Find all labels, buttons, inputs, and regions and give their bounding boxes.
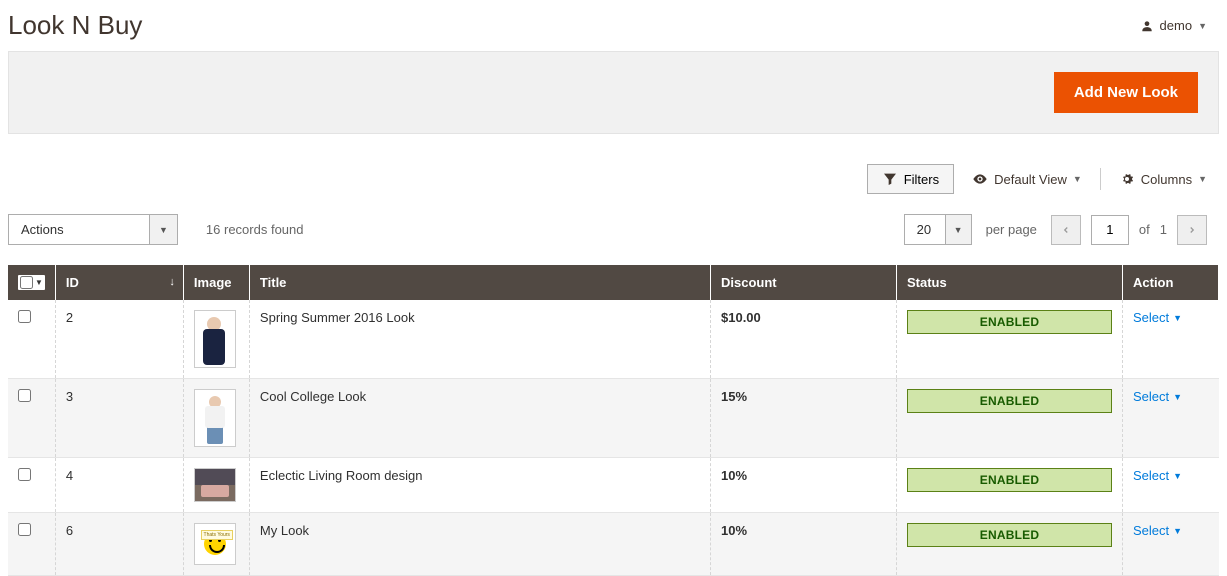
caret-down-icon: ▼: [149, 215, 177, 244]
page-of-label: of: [1139, 222, 1150, 237]
status-badge: ENABLED: [907, 468, 1112, 492]
select-label: Select: [1133, 523, 1169, 538]
page-input[interactable]: [1091, 215, 1129, 245]
cell-title: Eclectic Living Room design: [249, 458, 710, 513]
caret-down-icon: ▼: [35, 278, 43, 287]
caret-down-icon: ▼: [945, 215, 971, 244]
thumbnail[interactable]: Thats Yours: [194, 523, 236, 565]
col-id[interactable]: ID ↓: [55, 265, 183, 300]
cell-id: 3: [55, 379, 183, 458]
select-action[interactable]: Select ▼: [1133, 468, 1209, 483]
columns-dropdown[interactable]: Columns ▼: [1119, 171, 1207, 187]
user-icon: [1140, 19, 1154, 33]
next-page-button[interactable]: [1177, 215, 1207, 245]
data-grid: ▼ ID ↓ Image Title Discount Status Action…: [8, 265, 1219, 576]
actions-dropdown[interactable]: Actions ▼: [8, 214, 178, 245]
col-action[interactable]: Action: [1123, 265, 1219, 300]
caret-down-icon: ▼: [1198, 21, 1207, 31]
col-checkbox: ▼: [8, 265, 55, 300]
cell-id: 6: [55, 513, 183, 576]
caret-down-icon: ▼: [1173, 526, 1182, 536]
filters-label: Filters: [904, 172, 939, 187]
default-view-label: Default View: [994, 172, 1067, 187]
cell-discount: $10.00: [711, 300, 897, 379]
col-title[interactable]: Title: [249, 265, 710, 300]
row-checkbox[interactable]: [18, 310, 31, 323]
actions-label: Actions: [9, 215, 149, 244]
select-label: Select: [1133, 389, 1169, 404]
cell-id: 4: [55, 458, 183, 513]
table-row: 4 Eclectic Living Room design 10% ENABLE…: [8, 458, 1219, 513]
caret-down-icon: ▼: [1173, 392, 1182, 402]
table-row: 6 Thats Yours My Look 10% ENABLED Select…: [8, 513, 1219, 576]
row-checkbox[interactable]: [18, 523, 31, 536]
row-checkbox[interactable]: [18, 389, 31, 402]
select-label: Select: [1133, 468, 1169, 483]
status-badge: ENABLED: [907, 389, 1112, 413]
table-row: 2 Spring Summer 2016 Look $10.00 ENABLED…: [8, 300, 1219, 379]
page-total: 1: [1160, 222, 1167, 237]
master-checkbox-input[interactable]: [20, 276, 33, 289]
col-status[interactable]: Status: [897, 265, 1123, 300]
cell-discount: 15%: [711, 379, 897, 458]
funnel-icon: [882, 171, 898, 187]
status-badge: ENABLED: [907, 523, 1112, 547]
col-image[interactable]: Image: [183, 265, 249, 300]
table-row: 3 Cool College Look 15% ENABLED Select ▼: [8, 379, 1219, 458]
caret-down-icon: ▼: [1173, 471, 1182, 481]
cell-title: Cool College Look: [249, 379, 710, 458]
caret-down-icon: ▼: [1173, 313, 1182, 323]
caret-down-icon: ▼: [1198, 174, 1207, 184]
eye-icon: [972, 171, 988, 187]
gear-icon: [1119, 171, 1135, 187]
divider: [1100, 168, 1101, 190]
filters-button[interactable]: Filters: [867, 164, 954, 194]
row-checkbox[interactable]: [18, 468, 31, 481]
user-menu[interactable]: demo ▼: [1140, 18, 1207, 33]
select-action[interactable]: Select ▼: [1133, 523, 1209, 538]
cell-discount: 10%: [711, 513, 897, 576]
col-id-label: ID: [66, 275, 79, 290]
thumbnail[interactable]: [194, 468, 236, 502]
thumbnail[interactable]: [194, 389, 236, 447]
action-bar: Add New Look: [8, 51, 1219, 134]
thumbnail[interactable]: [194, 310, 236, 368]
select-action[interactable]: Select ▼: [1133, 310, 1209, 325]
page-title: Look N Buy: [8, 10, 142, 41]
cell-id: 2: [55, 300, 183, 379]
cell-title: Spring Summer 2016 Look: [249, 300, 710, 379]
add-new-look-button[interactable]: Add New Look: [1054, 72, 1198, 113]
sort-desc-icon: ↓: [169, 276, 175, 288]
prev-page-button[interactable]: [1051, 215, 1081, 245]
cell-title: My Look: [249, 513, 710, 576]
chevron-left-icon: [1061, 225, 1071, 235]
select-label: Select: [1133, 310, 1169, 325]
per-page-label: per page: [986, 222, 1037, 237]
per-page-dropdown[interactable]: 20 ▼: [904, 214, 972, 245]
records-found: 16 records found: [206, 222, 304, 237]
select-action[interactable]: Select ▼: [1133, 389, 1209, 404]
master-checkbox[interactable]: ▼: [18, 275, 45, 290]
per-page-value: 20: [905, 215, 945, 244]
default-view-dropdown[interactable]: Default View ▼: [972, 171, 1082, 187]
columns-label: Columns: [1141, 172, 1192, 187]
chevron-right-icon: [1187, 225, 1197, 235]
user-name: demo: [1160, 18, 1193, 33]
cell-discount: 10%: [711, 458, 897, 513]
status-badge: ENABLED: [907, 310, 1112, 334]
col-discount[interactable]: Discount: [711, 265, 897, 300]
caret-down-icon: ▼: [1073, 174, 1082, 184]
